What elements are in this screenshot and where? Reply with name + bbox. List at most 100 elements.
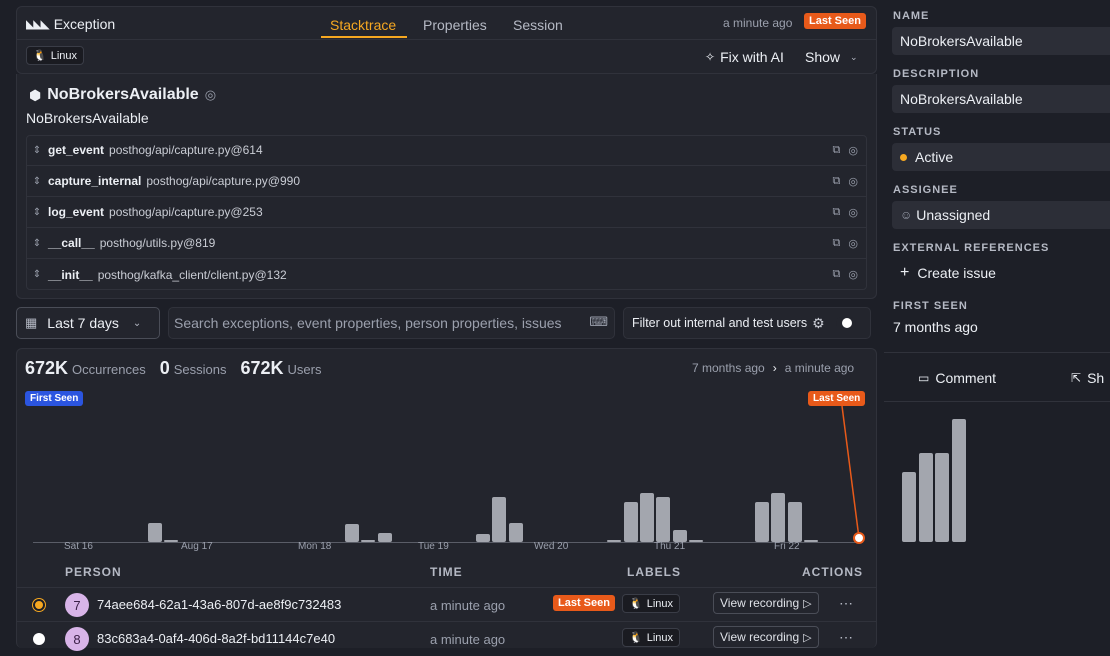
frame-path: posthog/utils.py@819 xyxy=(99,236,216,250)
play-icon: ▷ xyxy=(803,631,812,644)
frame-function: log_event xyxy=(48,205,105,219)
filter-internal-toggle[interactable]: Filter out internal and test users ⚙ xyxy=(623,307,871,339)
stack-frame[interactable]: ⇕ capture_internal posthog/api/capture.p… xyxy=(26,166,866,197)
sessions-label: Sessions xyxy=(173,362,227,377)
comment-icon: ▭ xyxy=(918,371,930,385)
last-seen-marker: Last Seen xyxy=(808,391,866,406)
expand-icon[interactable]: ⇕ xyxy=(26,176,48,187)
sessions-value: 0 xyxy=(159,358,170,378)
tab-stacktrace[interactable]: Stacktrace xyxy=(330,17,396,33)
copy-icon[interactable]: ⧉ xyxy=(833,144,841,157)
assignee-label: ASSIGNEE xyxy=(893,184,958,196)
users-label: Users xyxy=(287,362,322,377)
os-chip-label: Linux xyxy=(646,631,673,644)
gear-icon[interactable]: ⚙ xyxy=(812,315,825,332)
fingerprint-icon[interactable]: ◎ xyxy=(848,144,858,157)
frame-function: __init__ xyxy=(48,267,93,282)
date-range-select[interactable]: ▦ Last 7 days ⌄ xyxy=(16,307,160,339)
col-time: TIME xyxy=(430,565,463,579)
linux-icon: 🐧 xyxy=(629,598,643,610)
last-seen-badge: Last Seen xyxy=(804,13,866,29)
name-field[interactable]: NoBrokersAvailable xyxy=(892,27,1110,55)
stack-frame[interactable]: ⇕ get_event posthog/api/capture.py@614 ⧉… xyxy=(26,135,866,166)
expand-icon[interactable]: ⇕ xyxy=(26,238,48,249)
assignee-select[interactable]: ☺ Unassigned xyxy=(892,201,1110,229)
os-chip: 🐧 Linux xyxy=(622,594,680,613)
comment-label: Comment xyxy=(935,370,997,386)
table-row[interactable]: 8 83c683a4-0af4-406d-8a2f-bd11144c7e40 a… xyxy=(16,622,877,656)
copy-icon[interactable]: ⧉ xyxy=(833,175,841,188)
view-recording-label: View recording xyxy=(720,630,800,644)
col-labels: LABELS xyxy=(627,565,681,579)
create-issue-button[interactable]: + Create issue xyxy=(900,264,996,282)
fingerprint-icon[interactable]: ◎ xyxy=(848,206,858,219)
chart-bar xyxy=(935,452,950,542)
occurrences-value: 672K xyxy=(25,358,69,378)
person-id[interactable]: 83c683a4-0af4-406d-8a2f-bd11144c7e40 xyxy=(97,631,363,646)
stack-frame[interactable]: ⇕ __init__ posthog/kafka_client/client.p… xyxy=(26,259,866,290)
fix-with-ai-button[interactable]: ✧ Fix with AI xyxy=(705,49,784,65)
name-label: NAME xyxy=(893,10,930,22)
chart-bar xyxy=(902,471,917,542)
python-icon: ⬢ xyxy=(29,86,42,103)
copy-icon[interactable]: ⧉ xyxy=(833,268,841,281)
search-placeholder: Search exceptions, event properties, per… xyxy=(174,315,562,331)
stack-frame[interactable]: ⇕ log_event posthog/api/capture.py@253 ⧉… xyxy=(26,197,866,228)
calendar-icon: ▦ xyxy=(25,315,38,330)
frame-path: posthog/api/capture.py@614 xyxy=(109,143,263,157)
status-dot xyxy=(33,599,45,611)
os-chip-label: Linux xyxy=(50,49,77,62)
view-recording-button[interactable]: View recording ▷ xyxy=(713,626,819,648)
share-button[interactable]: ⇱ Sh xyxy=(1071,370,1104,386)
title-group: ◣◣◣ Exception xyxy=(26,16,115,32)
view-recording-button[interactable]: View recording ▷ xyxy=(713,592,819,614)
plus-icon: + xyxy=(900,264,910,281)
seen-range: 7 months ago › a minute ago xyxy=(692,361,854,375)
status-label: STATUS xyxy=(893,126,942,138)
fingerprint-icon[interactable]: ◎ xyxy=(848,237,858,250)
expand-icon[interactable]: ⇕ xyxy=(26,269,48,280)
tab-session[interactable]: Session xyxy=(513,17,563,33)
fingerprint-icon[interactable]: ◎ xyxy=(848,175,858,188)
expand-icon[interactable]: ⇕ xyxy=(26,207,48,218)
exception-message: NoBrokersAvailable xyxy=(26,110,149,126)
fingerprint-icon[interactable]: ◎ xyxy=(848,268,858,281)
external-references-label: EXTERNAL REFERENCES xyxy=(893,242,1050,254)
row-time: a minute ago xyxy=(430,598,506,613)
assignee-value: Unassigned xyxy=(916,207,991,223)
linux-icon: 🐧 xyxy=(33,50,47,62)
more-icon[interactable]: ⋯ xyxy=(839,629,853,646)
status-select[interactable]: Active xyxy=(892,143,1110,171)
fingerprint-icon[interactable]: ◎ xyxy=(205,87,216,103)
exception-type-row: ⬢ NoBrokersAvailable ◎ xyxy=(29,86,216,104)
users-value: 672K xyxy=(240,358,284,378)
frame-path: posthog/kafka_client/client.py@132 xyxy=(97,267,287,282)
person-id[interactable]: 74aee684-62a1-43a6-807d-ae8f9c732483 xyxy=(97,597,363,612)
view-recording-label: View recording xyxy=(720,596,800,610)
more-icon[interactable]: ⋯ xyxy=(839,595,853,612)
first-seen-time: 7 months ago xyxy=(692,361,765,375)
copy-icon[interactable]: ⧉ xyxy=(833,237,841,250)
comment-button[interactable]: ▭ Comment xyxy=(918,370,996,386)
toggle-switch[interactable] xyxy=(835,317,856,329)
copy-icon[interactable]: ⧉ xyxy=(833,206,841,219)
show-dropdown[interactable]: Show ⌄ xyxy=(805,49,858,65)
description-field[interactable]: NoBrokersAvailable xyxy=(892,85,1110,113)
frame-path: posthog/api/capture.py@253 xyxy=(109,205,263,219)
magic-wand-icon: ✧ xyxy=(705,50,716,64)
divider xyxy=(17,39,876,40)
table-row[interactable]: 7 74aee684-62a1-43a6-807d-ae8f9c732483 a… xyxy=(16,588,877,622)
tab-properties[interactable]: Properties xyxy=(423,17,487,33)
search-input[interactable]: Search exceptions, event properties, per… xyxy=(168,307,615,339)
stack-frame[interactable]: ⇕ __call__ posthog/utils.py@819 ⧉ ◎ xyxy=(26,228,866,259)
first-seen-marker: First Seen xyxy=(25,391,84,406)
first-seen-value: 7 months ago xyxy=(893,319,978,335)
divider xyxy=(884,401,1110,402)
os-chip-label: Linux xyxy=(646,597,673,610)
avatar: 7 xyxy=(65,593,89,617)
chevron-down-icon: ⌄ xyxy=(132,317,142,329)
expand-icon[interactable]: ⇕ xyxy=(26,145,48,156)
share-icon: ⇱ xyxy=(1071,371,1082,385)
col-person: PERSON xyxy=(65,565,122,579)
col-actions: ACTIONS xyxy=(802,565,863,579)
